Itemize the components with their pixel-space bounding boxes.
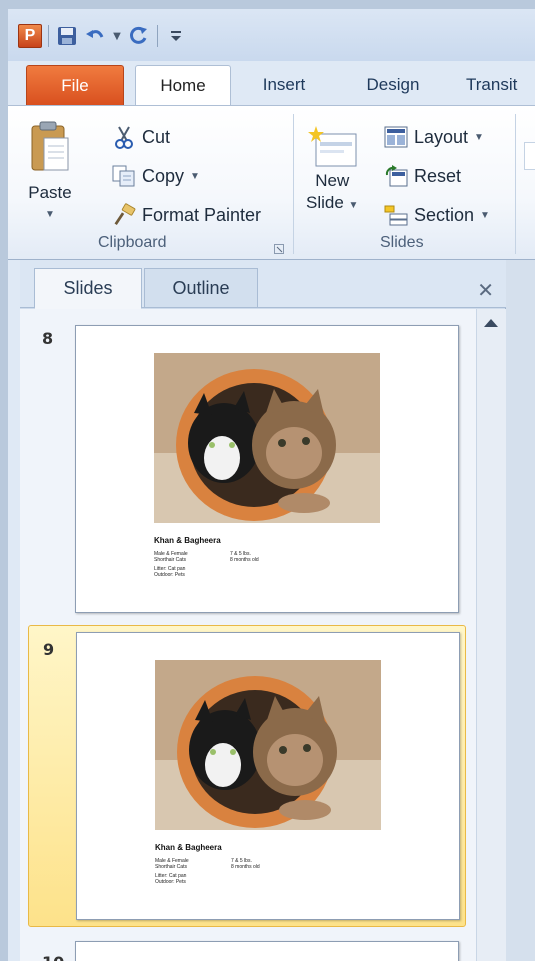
slide-thumbnail-row[interactable]: 8 Khan & Bagheera Male & Female Shorthai… (28, 315, 466, 615)
reset-label: Reset (414, 165, 462, 186)
caption-line: Shorthair Cats (155, 864, 187, 870)
paste-button[interactable]: Paste ▼ (28, 120, 72, 226)
section-label: Section (414, 204, 475, 225)
slide-caption-title: Khan & Bagheera (155, 843, 222, 852)
editing-area-edge (506, 260, 535, 961)
tab-insert[interactable]: Insert (244, 65, 324, 105)
slide-thumbnail-row[interactable]: 10 (28, 939, 466, 961)
paste-icon (31, 121, 69, 171)
paste-label: Paste (28, 183, 72, 202)
cut-button[interactable]: Cut (112, 122, 170, 152)
new-slide-label-line2: Slide ▼ (306, 192, 358, 217)
qat-separator (48, 25, 49, 47)
cut-label: Cut (142, 126, 171, 147)
window-frame: P ▼ File Home Insert Design Transit Past… (0, 0, 535, 961)
powerpoint-window: P ▼ File Home Insert Design Transit Past… (8, 9, 535, 961)
slide-caption-title: Khan & Bagheera (154, 536, 221, 545)
qat-separator (157, 25, 158, 47)
title-bar: P ▼ (8, 9, 535, 61)
customize-qat-icon[interactable] (164, 24, 188, 48)
copy-dropdown-icon[interactable]: ▼ (190, 171, 200, 182)
format-painter-icon (112, 203, 136, 227)
section-icon (384, 203, 408, 227)
clipboard-dialog-launcher-icon[interactable] (274, 239, 284, 254)
layout-dropdown-icon[interactable]: ▼ (474, 132, 484, 143)
kittens-photo (155, 660, 381, 830)
new-slide-button[interactable]: New Slide ▼ (306, 124, 358, 217)
quick-access-toolbar: P ▼ (18, 23, 188, 49)
redo-icon[interactable] (127, 24, 151, 48)
new-slide-dropdown-icon[interactable]: ▼ (349, 200, 359, 211)
slide-thumbnail-row-selected[interactable]: 9 Khan & Bagheera Male & Female Shorthai… (28, 625, 466, 927)
caption-line: 8 months old (231, 864, 260, 870)
clipboard-group-label: Clipboard (98, 234, 167, 251)
caption-line: Outdoor: Pets (155, 879, 186, 885)
tab-transitions[interactable]: Transit (466, 65, 535, 105)
copy-icon (112, 164, 136, 188)
layout-icon (384, 125, 408, 149)
slides-pane: Slides Outline ✕ 8 Khan & Bagheera Male … (20, 260, 506, 961)
slide-number: 10 (42, 953, 64, 961)
app-logo-letter: P (18, 24, 42, 48)
section-dropdown-icon[interactable]: ▼ (480, 210, 490, 221)
copy-label: Copy (142, 165, 185, 186)
pane-tabs: Slides Outline ✕ (20, 260, 506, 309)
undo-dropdown-icon[interactable]: ▼ (111, 24, 123, 48)
save-icon[interactable] (55, 24, 79, 48)
reset-button[interactable]: Reset (384, 161, 461, 191)
caption-line: 8 months old (230, 557, 259, 563)
slide-thumbnail[interactable]: Khan & Bagheera Male & Female Shorthair … (75, 325, 459, 613)
format-painter-button[interactable]: Format Painter (112, 200, 261, 230)
caption-line: Shorthair Cats (154, 557, 186, 563)
powerpoint-logo-icon[interactable]: P (18, 24, 42, 48)
new-slide-icon (308, 126, 357, 167)
new-slide-label-line1: New (315, 171, 350, 190)
tab-file[interactable]: File (26, 65, 124, 105)
reset-icon (384, 164, 408, 188)
undo-icon[interactable] (83, 24, 107, 48)
ribbon-tabs: File Home Insert Design Transit (8, 61, 535, 106)
tab-design[interactable]: Design (348, 65, 438, 105)
scroll-up-arrow-icon[interactable] (484, 319, 498, 327)
slide-thumbnail[interactable]: Khan & Bagheera Male & Female Shorthair … (76, 632, 460, 920)
new-slide-label-text: Slide (306, 193, 344, 212)
group-separator (293, 114, 294, 254)
slide-thumbnails: 8 Khan & Bagheera Male & Female Shorthai… (20, 309, 490, 961)
slides-group-label: Slides (380, 234, 424, 251)
vertical-scrollbar[interactable] (476, 309, 506, 961)
paste-dropdown-icon[interactable]: ▼ (45, 204, 55, 226)
tab-slides[interactable]: Slides (34, 268, 142, 309)
close-icon[interactable]: ✕ (477, 278, 494, 302)
kittens-photo (154, 353, 380, 523)
slide-number: 8 (42, 329, 54, 348)
slide-number: 9 (43, 640, 55, 659)
copy-button[interactable]: Copy ▼ (112, 161, 200, 191)
group-separator (515, 114, 516, 254)
caption-line: Outdoor: Pets (154, 572, 185, 578)
font-box-partial[interactable] (524, 142, 535, 170)
slide-thumbnail[interactable] (75, 941, 459, 961)
section-button[interactable]: Section ▼ (384, 200, 490, 230)
tab-home[interactable]: Home (135, 65, 231, 106)
tab-outline[interactable]: Outline (144, 268, 258, 308)
format-painter-label: Format Painter (142, 204, 262, 225)
ribbon-home: Paste ▼ Cut Copy ▼ Format Painter Clipbo… (8, 105, 535, 260)
scissors-icon (112, 125, 136, 149)
layout-label: Layout (414, 126, 469, 147)
layout-button[interactable]: Layout ▼ (384, 122, 484, 152)
